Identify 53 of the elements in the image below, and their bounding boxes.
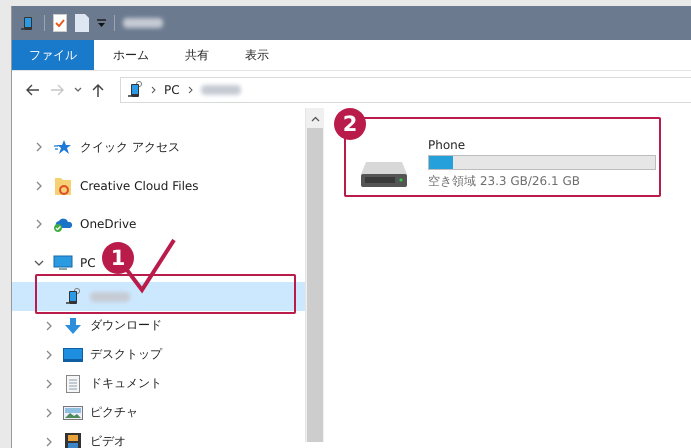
hard-drive-icon: [360, 160, 408, 188]
up-arrow-icon[interactable]: [92, 82, 104, 96]
chevron-right-icon[interactable]: [46, 350, 52, 360]
document-icon: [66, 374, 80, 392]
phone-icon: [127, 80, 143, 98]
chevron-down-icon[interactable]: [34, 260, 44, 266]
monitor-icon: [53, 254, 73, 271]
nav-item[interactable]: ドキュメント: [42, 374, 162, 392]
recent-dropdown-icon[interactable]: [74, 87, 82, 92]
blurred-text: [200, 84, 241, 94]
ribbon-tab[interactable]: 共有: [168, 40, 226, 70]
ribbon-tab[interactable]: ホーム: [96, 40, 166, 70]
nav-item[interactable]: デスクトップ: [42, 346, 162, 363]
chevron-right-icon[interactable]: [36, 219, 42, 230]
nav-item[interactable]: ビデオ: [42, 432, 126, 448]
step-number: 2: [334, 108, 366, 140]
address-field[interactable]: PC: [120, 76, 691, 102]
chevron-right-icon[interactable]: [46, 378, 52, 388]
film-icon: [65, 432, 81, 448]
desktop-icon: [63, 348, 83, 362]
properties-icon[interactable]: [53, 14, 67, 32]
breadcrumb-chevron-icon[interactable]: [188, 86, 193, 94]
phone-icon: [20, 14, 36, 32]
nav-item[interactable]: OneDrive: [32, 216, 136, 232]
chevron-right-icon[interactable]: [36, 180, 42, 191]
drive-name: Phone: [428, 138, 466, 152]
breadcrumb-item[interactable]: PC: [164, 82, 180, 96]
free-space-text: 空き領域 23.3 GB/26.1 GB: [428, 173, 581, 190]
chevron-right-icon[interactable]: [46, 436, 52, 446]
scroll-up-icon[interactable]: [310, 116, 320, 122]
blurred-text: [123, 18, 163, 28]
scrollbar[interactable]: [305, 108, 324, 442]
nav-item[interactable]: Creative Cloud Files: [32, 176, 199, 196]
nav-item[interactable]: クイック アクセス: [32, 138, 180, 156]
chevron-right-icon[interactable]: [46, 408, 52, 418]
picture-icon: [63, 406, 83, 420]
dropdown-icon[interactable]: [97, 18, 106, 28]
star-icon: [54, 139, 72, 156]
phone-icon: [65, 288, 81, 306]
back-arrow-icon[interactable]: [26, 84, 40, 96]
folder-icon: [54, 176, 72, 196]
chevron-right-icon[interactable]: [46, 320, 52, 330]
new-folder-icon[interactable]: [75, 14, 89, 32]
breadcrumb-chevron-icon[interactable]: [151, 86, 156, 94]
download-arrow-icon: [64, 316, 82, 334]
chevron-right-icon[interactable]: [36, 142, 42, 152]
nav-item[interactable]: ダウンロード: [42, 316, 162, 334]
step-number: 1: [102, 242, 134, 274]
cloud-icon: [53, 216, 73, 232]
ribbon-tab[interactable]: ファイル: [12, 40, 94, 70]
nav-item[interactable]: PC: [32, 254, 96, 271]
ribbon-tab[interactable]: 表示: [228, 40, 286, 70]
nav-item[interactable]: ピクチャ: [42, 404, 138, 421]
